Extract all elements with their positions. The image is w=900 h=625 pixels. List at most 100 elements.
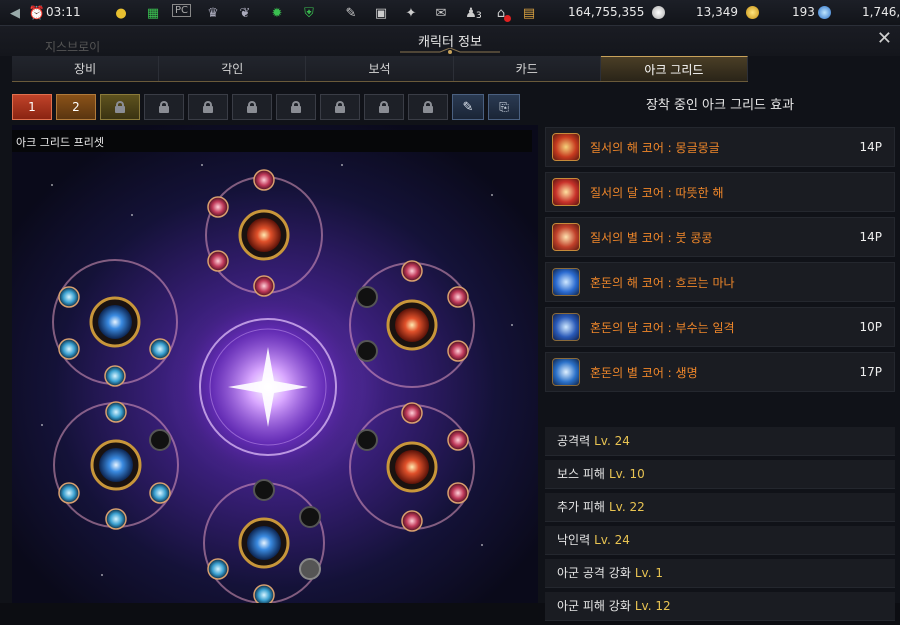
chest-icon[interactable]: ▤: [520, 4, 538, 22]
lock-icon: [159, 101, 169, 113]
window-titlebar[interactable]: 지스브로이 캐릭터 정보 ✕: [0, 26, 900, 56]
stat-row: 낙인력 Lv. 24: [545, 526, 895, 555]
stat-level: Lv. 1: [634, 566, 663, 580]
gold-amount: 13,349: [696, 5, 738, 19]
crystal-icon: [818, 6, 831, 19]
core-row[interactable]: 질서의 별 코어 : 붓 콩콩 14P: [545, 217, 895, 257]
stat-level: Lv. 24: [594, 533, 630, 547]
guild-icon[interactable]: ✹: [268, 4, 286, 22]
stat-name: 낙인력: [557, 533, 591, 547]
shield-icon[interactable]: ⛨: [300, 4, 318, 22]
preset-slot-8-locked[interactable]: [320, 94, 360, 120]
preset-slot-1[interactable]: 1: [12, 94, 52, 120]
chaos-moon-core-icon: [552, 313, 580, 341]
core-row[interactable]: 혼돈의 달 코어 : 부수는 일격 10P: [545, 307, 895, 347]
wing-icon[interactable]: ❦: [236, 4, 254, 22]
core-row[interactable]: 질서의 해 코어 : 몽글몽글 14P: [545, 127, 895, 167]
close-button[interactable]: ✕: [877, 28, 892, 49]
gamepad-icon[interactable]: ✦: [402, 4, 420, 22]
pencil-icon: ✎: [462, 99, 474, 115]
crown-icon[interactable]: ♛: [204, 4, 222, 22]
stat-row: 아군 공격 강화 Lv. 1: [545, 559, 895, 588]
core-name: 혼돈의 달 코어 : 부수는 일격: [590, 320, 735, 335]
lock-icon: [379, 101, 389, 113]
grid-stat-list: 공격력 Lv. 24 보스 피해 Lv. 10 추가 피해 Lv. 22 낙인력 Lv.…: [545, 427, 895, 625]
preset-slots: 1 2 ✎ ⎘: [12, 94, 524, 122]
tab-engraving[interactable]: 각인: [159, 56, 307, 81]
apply-preset-button[interactable]: ⎘: [488, 94, 520, 120]
notif-count: 3: [476, 11, 482, 21]
stat-level: Lv. 22: [608, 500, 645, 514]
preset-slot-2[interactable]: 2: [56, 94, 96, 120]
lock-icon: [291, 101, 301, 113]
stat-row: 공격력 Lv. 24: [545, 427, 895, 456]
chaos-star-core-icon: [552, 358, 580, 386]
ark-grid-board: [12, 125, 538, 603]
alert-dot: [504, 15, 511, 22]
tab-gems[interactable]: 보석: [306, 56, 454, 81]
central-emblem: [173, 292, 363, 482]
preset-slot-10-locked[interactable]: [408, 94, 448, 120]
preset-slot-3-locked[interactable]: [100, 94, 140, 120]
preset-apply-icon: ⎘: [499, 99, 509, 114]
preset-label: 아크 그리드 프리셋: [12, 130, 532, 152]
core-name: 혼돈의 별 코어 : 생명: [590, 365, 698, 380]
order-sun-core-icon: [552, 133, 580, 161]
tab-bar: 장비 각인 보석 카드 아크 그리드: [12, 56, 749, 82]
silver-coin-icon: [652, 6, 665, 19]
mail-icon[interactable]: ✉: [432, 4, 450, 22]
stat-name: 추가 피해: [557, 500, 605, 514]
chaos-sun-core-icon: [552, 268, 580, 296]
stat-level: Lv. 10: [608, 467, 645, 481]
preset-slot-4-locked[interactable]: [144, 94, 184, 120]
box-icon[interactable]: ▣: [372, 4, 390, 22]
stat-level: Lv. 24: [594, 434, 630, 448]
title-ornament-icon: [400, 48, 500, 54]
core-row[interactable]: 혼돈의 별 코어 : 생명 17P: [545, 352, 895, 392]
core-row[interactable]: 혼돈의 해 코어 : 흐르는 마나: [545, 262, 895, 302]
preset-slot-9-locked[interactable]: [364, 94, 404, 120]
wrench-icon[interactable]: ✎: [342, 4, 360, 22]
tab-equipment[interactable]: 장비: [12, 56, 160, 81]
back-arrow-icon[interactable]: ◀: [6, 4, 24, 22]
tab-cards[interactable]: 카드: [453, 56, 601, 81]
silver-amount: 164,755,355: [568, 5, 645, 19]
preset-slot-6-locked[interactable]: [232, 94, 272, 120]
crystal-amount: 193: [792, 5, 815, 19]
gold-coin-icon: [746, 6, 759, 19]
clock-time: 03:11: [46, 5, 81, 19]
stat-name: 아군 공격 강화: [557, 566, 631, 580]
calendar-icon[interactable]: ▦: [144, 4, 162, 22]
core-points: 10P: [859, 320, 882, 334]
stat-row: 보스 피해 Lv. 10: [545, 460, 895, 489]
lock-icon: [203, 101, 213, 113]
lock-icon: [423, 101, 433, 113]
clock-icon: ⏰: [28, 5, 46, 21]
top-status-bar: ◀ ⏰ 03:11 ● ▦ PC ♛ ❦ ✹ ⛨ ✎ ▣ ✦ ✉ ♟ 3 ⌂ ▤…: [0, 0, 900, 26]
lock-icon: [247, 101, 257, 113]
edit-preset-button[interactable]: ✎: [452, 94, 484, 120]
core-points: 14P: [859, 230, 882, 244]
lock-icon: [115, 101, 125, 113]
pc-badge[interactable]: PC: [172, 4, 192, 17]
stat-name: 아군 피해 강화: [557, 599, 631, 613]
core-name: 질서의 달 코어 : 따뜻한 해: [590, 185, 724, 200]
equipped-effects-title: 장착 중인 아크 그리드 효과: [645, 98, 795, 113]
order-moon-core-icon: [552, 178, 580, 206]
character-info-window: 지스브로이 캐릭터 정보 ✕ 장비 각인 보석 카드 아크 그리드 1 2 ✎ …: [0, 26, 900, 621]
stat-name: 보스 피해: [557, 467, 605, 481]
core-points: 14P: [859, 140, 882, 154]
stat-row: 아군 피해 강화 Lv. 12: [545, 592, 895, 621]
extra-amount: 1,746,: [862, 5, 900, 19]
lock-icon: [335, 101, 345, 113]
core-name: 혼돈의 해 코어 : 흐르는 마나: [590, 275, 735, 290]
core-row[interactable]: 질서의 달 코어 : 따뜻한 해: [545, 172, 895, 212]
chat-icon[interactable]: ●: [112, 4, 130, 22]
tab-ark-grid[interactable]: 아크 그리드: [600, 56, 749, 81]
order-star-core-icon: [552, 223, 580, 251]
stat-row: 추가 피해 Lv. 22: [545, 493, 895, 522]
core-points: 17P: [859, 365, 882, 379]
preset-slot-5-locked[interactable]: [188, 94, 228, 120]
preset-slot-7-locked[interactable]: [276, 94, 316, 120]
core-name: 질서의 별 코어 : 붓 콩콩: [590, 230, 713, 245]
